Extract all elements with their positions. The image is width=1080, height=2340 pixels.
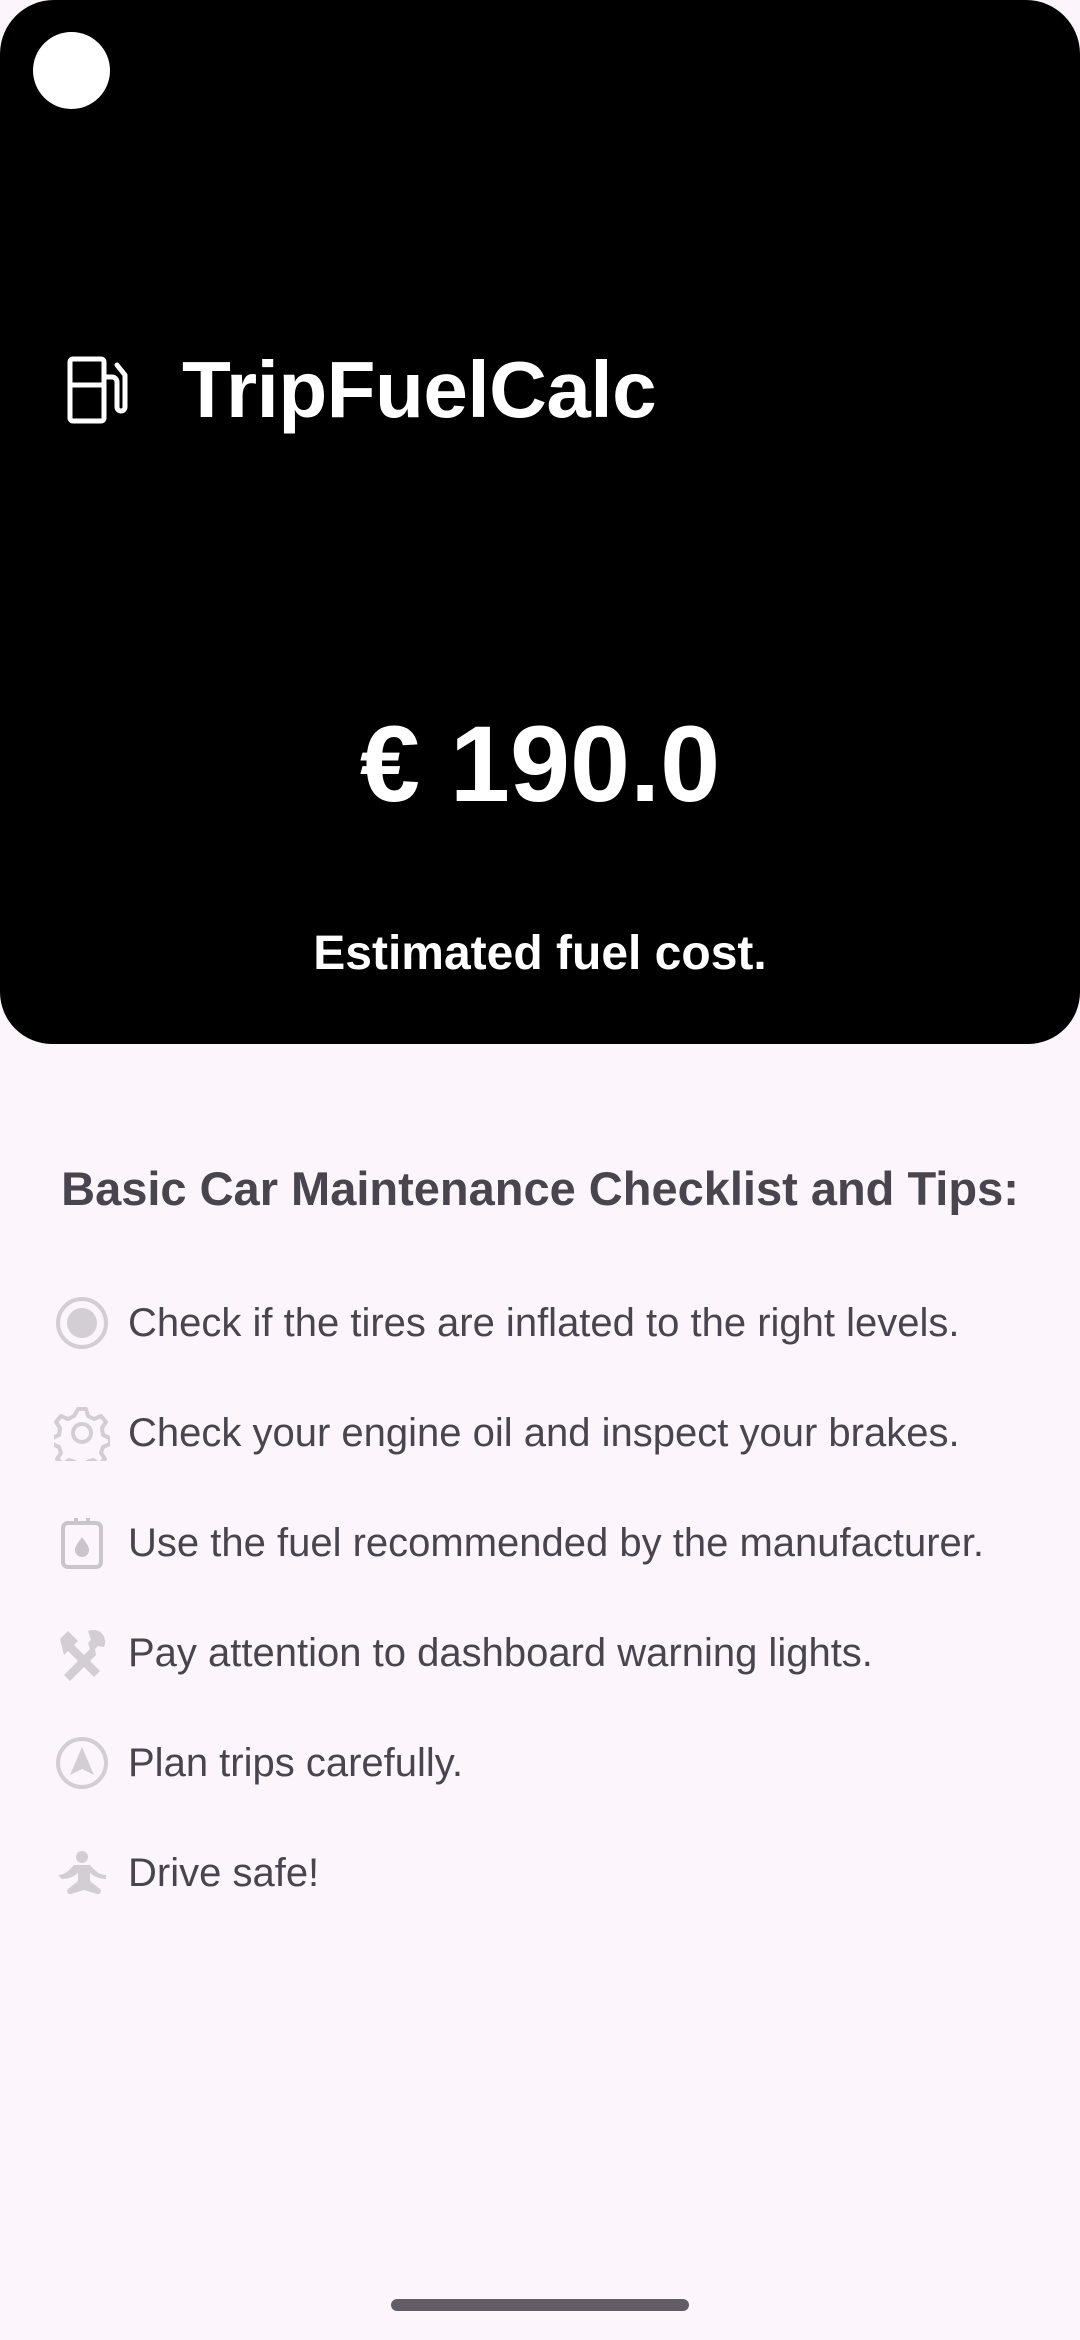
camera-cutout (33, 32, 110, 109)
fuel-canister-icon (54, 1515, 110, 1571)
fuel-pump-icon (66, 355, 128, 425)
list-item: Use the fuel recommended by the manufact… (54, 1488, 1054, 1598)
gear-icon (54, 1405, 110, 1461)
navigation-icon (54, 1735, 110, 1791)
list-item: Pay attention to dashboard warning light… (54, 1598, 1054, 1708)
list-item: Drive safe! (54, 1818, 1054, 1928)
tip-text: Use the fuel recommended by the manufact… (128, 1521, 985, 1565)
tip-text: Check your engine oil and inspect your b… (128, 1411, 960, 1455)
tip-text: Plan trips carefully. (128, 1741, 463, 1785)
hero-card: TripFuelCalc € 190.0 Estimated fuel cost… (0, 0, 1080, 1044)
tip-text: Pay attention to dashboard warning light… (128, 1631, 873, 1675)
tools-icon (54, 1625, 110, 1681)
home-indicator[interactable] (391, 2299, 689, 2311)
tips-list: Check if the tires are inflated to the r… (54, 1268, 1054, 1928)
list-item: Plan trips carefully. (54, 1708, 1054, 1818)
app-screen: TripFuelCalc € 190.0 Estimated fuel cost… (0, 0, 1080, 2340)
tips-heading: Basic Car Maintenance Checklist and Tips… (61, 1162, 1019, 1215)
tip-text: Drive safe! (128, 1851, 320, 1895)
list-item: Check your engine oil and inspect your b… (54, 1378, 1054, 1488)
app-header: TripFuelCalc (66, 340, 657, 440)
tip-text: Check if the tires are inflated to the r… (128, 1301, 960, 1345)
meditation-icon (54, 1845, 110, 1901)
estimated-cost-value: € 190.0 (359, 703, 721, 824)
list-item: Check if the tires are inflated to the r… (54, 1268, 1054, 1378)
estimated-cost-caption: Estimated fuel cost. (313, 927, 767, 980)
tire-icon (54, 1295, 110, 1351)
app-title: TripFuelCalc (182, 345, 657, 434)
